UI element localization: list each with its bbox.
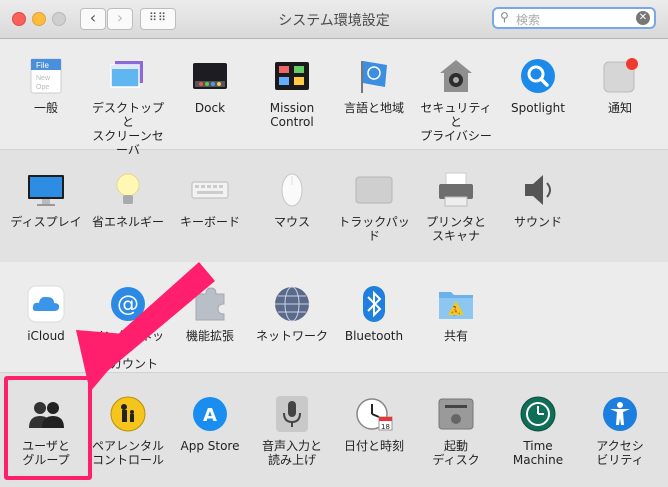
title-bar: ‹ › ⠿⠿ システム環境設定 ⚲ 検索 ✕ xyxy=(0,0,668,39)
search-field[interactable]: ⚲ 検索 ✕ xyxy=(492,7,656,29)
pref-pane-sound[interactable]: サウンド xyxy=(497,171,579,229)
desktop-icon xyxy=(109,57,147,95)
dock-icon xyxy=(191,57,229,95)
magnifier-icon xyxy=(519,57,557,95)
pref-pane-security[interactable]: セキュリティと プライバシー xyxy=(415,57,497,143)
pref-pane-label: 起動 ディスク xyxy=(432,439,480,467)
pref-pane-label: キーボード xyxy=(179,215,240,229)
svg-text:@: @ xyxy=(117,292,139,317)
notification-icon xyxy=(601,57,639,95)
pref-pane-label: ネットワーク xyxy=(255,329,328,343)
pref-pane-label: インターネット アカウント xyxy=(91,329,164,371)
pref-pane-label: ペアレンタル コントロール xyxy=(91,439,164,467)
clock-icon: 18 xyxy=(355,395,393,433)
pref-pane-label: Bluetooth xyxy=(344,329,404,343)
printer-icon xyxy=(437,171,475,209)
parental-icon xyxy=(109,395,147,433)
pref-pane-label: Mission Control xyxy=(269,101,315,129)
pref-pane-label: プリンタと スキャナ xyxy=(425,215,486,243)
monitor-icon xyxy=(27,171,65,209)
pref-pane-label: トラックパッド xyxy=(338,215,410,243)
lightbulb-icon xyxy=(109,171,147,209)
pref-pane-internet-accounts[interactable]: @ インターネット アカウント xyxy=(87,285,169,371)
file-icon: File New Ope xyxy=(27,57,65,95)
pref-pane-label: デスクトップと スクリーンセーバ xyxy=(91,101,164,157)
pref-pane-network[interactable]: ネットワーク xyxy=(251,285,333,343)
flag-icon xyxy=(355,57,393,95)
pref-pane-label: 日付と時刻 xyxy=(343,439,404,453)
pref-pane-icloud[interactable]: iCloud xyxy=(5,285,87,343)
pref-pane-label: 機能拡張 xyxy=(185,329,234,343)
pref-pane-keyboard[interactable]: キーボード xyxy=(169,171,251,229)
house-lock-icon xyxy=(437,57,475,95)
keyboard-icon xyxy=(191,171,229,209)
pref-pane-extensions[interactable]: 機能拡張 xyxy=(169,285,251,343)
pref-pane-label: マウス xyxy=(273,215,310,229)
at-icon: @ xyxy=(109,285,147,323)
pref-pane-label: Spotlight xyxy=(511,101,565,115)
svg-text:File: File xyxy=(36,61,49,70)
mouse-icon xyxy=(273,171,311,209)
svg-text:Ope: Ope xyxy=(36,84,49,91)
pref-pane-desktop[interactable]: デスクトップと スクリーンセーバ xyxy=(87,57,169,157)
pref-pane-dock[interactable]: Dock xyxy=(169,57,251,115)
pref-pane-label: 共有 xyxy=(443,329,468,343)
pref-pane-label: アクセシ ビリティ xyxy=(596,439,644,467)
pref-pane-label: 一般 xyxy=(33,101,58,115)
annotation-highlight-box xyxy=(4,376,92,480)
trackpad-icon xyxy=(355,171,393,209)
svg-text:New: New xyxy=(36,75,51,82)
search-icon: ⚲ xyxy=(500,10,509,24)
pref-pane-label: 言語と地域 xyxy=(343,101,404,115)
pref-pane-label: ディスプレイ xyxy=(10,215,82,229)
cloud-icon xyxy=(27,285,65,323)
pref-pane-label: iCloud xyxy=(27,329,65,343)
pref-pane-dictation[interactable]: 音声入力と 読み上げ xyxy=(251,395,333,467)
pref-pane-general[interactable]: File New Ope 一般 xyxy=(5,57,87,115)
pref-pane-energy[interactable]: 省エネルギー xyxy=(87,171,169,229)
svg-text:18: 18 xyxy=(381,423,390,431)
globe-icon xyxy=(273,285,311,323)
app-store-icon: A xyxy=(191,395,229,433)
folder-icon: ⛹ xyxy=(437,285,475,323)
svg-text:⛹: ⛹ xyxy=(450,305,461,317)
time-machine-icon xyxy=(519,395,557,433)
pref-pane-label: セキュリティと プライバシー xyxy=(420,101,492,143)
accessibility-icon xyxy=(601,395,639,433)
disk-icon xyxy=(437,395,475,433)
bluetooth-icon xyxy=(355,285,393,323)
clear-search-icon[interactable]: ✕ xyxy=(636,11,650,25)
svg-text:A: A xyxy=(203,405,217,426)
pref-pane-startup-disk[interactable]: 起動 ディスク xyxy=(415,395,497,467)
pref-pane-trackpad[interactable]: トラックパッド xyxy=(333,171,415,243)
pref-pane-bluetooth[interactable]: Bluetooth xyxy=(333,285,415,343)
pref-pane-label: 通知 xyxy=(607,101,632,115)
pref-pane-accessibility[interactable]: アクセシ ビリティ xyxy=(579,395,661,467)
pref-pane-label: 音声入力と 読み上げ xyxy=(261,439,322,467)
pref-pane-spotlight[interactable]: Spotlight xyxy=(497,57,579,115)
pref-pane-mouse[interactable]: マウス xyxy=(251,171,333,229)
pref-pane-label: App Store xyxy=(180,439,240,453)
mission-control-icon xyxy=(273,57,311,95)
pref-pane-mission-control[interactable]: Mission Control xyxy=(251,57,333,129)
puzzle-icon xyxy=(191,285,229,323)
pref-pane-label: 省エネルギー xyxy=(91,215,164,229)
pref-pane-label: サウンド xyxy=(513,215,562,229)
pref-pane-parental-controls[interactable]: ペアレンタル コントロール xyxy=(87,395,169,467)
pref-pane-label: Dock xyxy=(194,101,226,115)
pref-pane-displays[interactable]: ディスプレイ xyxy=(5,171,87,229)
pref-pane-printers[interactable]: プリンタと スキャナ xyxy=(415,171,497,243)
pref-pane-date-time[interactable]: 18 日付と時刻 xyxy=(333,395,415,453)
pref-pane-app-store[interactable]: A App Store xyxy=(169,395,251,453)
pref-pane-time-machine[interactable]: Time Machine xyxy=(497,395,579,467)
microphone-icon xyxy=(273,395,311,433)
search-placeholder: 検索 xyxy=(516,13,541,27)
pref-pane-notifications[interactable]: 通知 xyxy=(579,57,661,115)
pref-pane-language[interactable]: 言語と地域 xyxy=(333,57,415,115)
speaker-icon xyxy=(519,171,557,209)
pref-pane-label: Time Machine xyxy=(512,439,564,467)
pref-pane-sharing[interactable]: ⛹ 共有 xyxy=(415,285,497,343)
